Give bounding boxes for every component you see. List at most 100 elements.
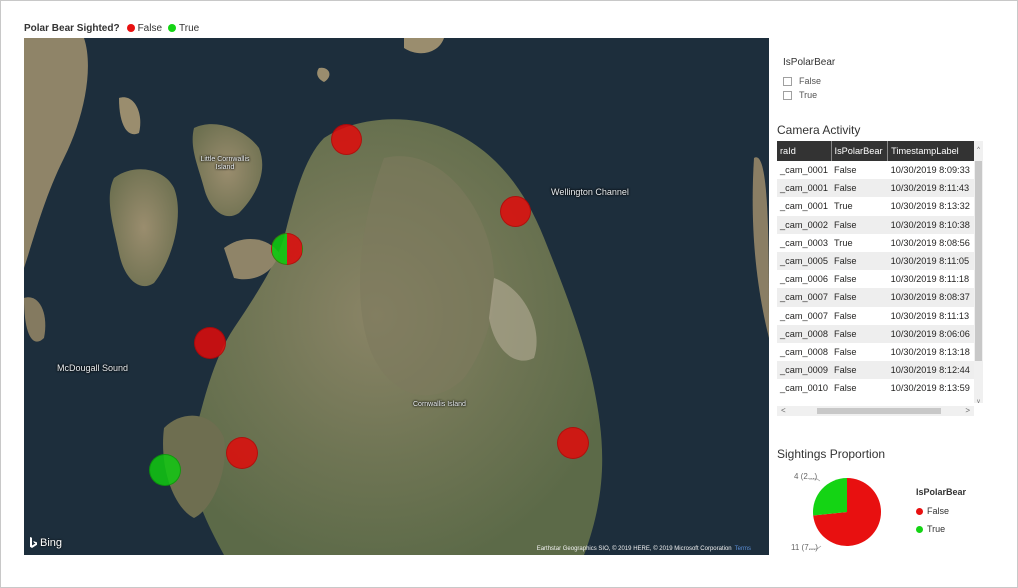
cell-camera-id: _cam_0007: [777, 288, 832, 307]
cell-camera-id: _cam_0008: [777, 324, 832, 343]
vertical-scrollbar[interactable]: ^ v: [974, 141, 983, 405]
table-row[interactable]: _cam_0006 False 10/30/2019 8:11:18: [777, 270, 983, 288]
table-row[interactable]: _cam_0001 False 10/30/2019 8:11:43: [777, 179, 983, 198]
satellite-map[interactable]: Wellington Channel McDougall Sound Cornw…: [24, 38, 769, 555]
true-legend-dot: [168, 24, 177, 32]
cell-ispolarbear: False: [831, 361, 888, 380]
cell-camera-id: _cam_0007: [780, 310, 829, 321]
column-header-cameraid[interactable]: raId: [777, 141, 832, 161]
table-header-row: raId IsPolarBear TimestampLabel: [777, 141, 983, 161]
cell-camera-id: _cam_0001: [777, 179, 832, 198]
cell-camera-id: _cam_0001: [780, 165, 829, 176]
table-row[interactable]: _cam_0007 False 10/30/2019 8:11:13: [777, 307, 983, 325]
cell-timestamp: 10/30/2019 8:09:33: [890, 165, 970, 176]
pie-legend-title: IsPolarBear: [916, 487, 967, 497]
map-attribution: Earthstar Geographics SIO, © 2019 HERE, …: [537, 546, 751, 552]
bing-label: Bing: [40, 537, 63, 549]
scroll-right-icon[interactable]: >: [965, 406, 970, 415]
scroll-down-icon[interactable]: v: [974, 399, 983, 405]
true-legend-dot: [916, 525, 923, 533]
label-little-cornwallis-island: Little Cornwallis Island: [200, 156, 250, 171]
cell-timestamp: 10/30/2019 8:11:43: [887, 179, 983, 198]
cell-ispolarbear: False: [831, 324, 888, 343]
slicer-option-false[interactable]: False: [783, 74, 943, 88]
label-mcdougall-sound: McDougall Sound: [57, 363, 129, 373]
cell-camera-id: _cam_0005: [777, 251, 832, 271]
column-header-ispolarbear[interactable]: IsPolarBear: [831, 141, 889, 161]
sighting-marker[interactable]: [271, 233, 303, 265]
map-legend: Polar Bear Sighted? False True: [24, 21, 203, 35]
sighting-marker[interactable]: [226, 437, 258, 469]
cell-timestamp: 10/30/2019 8:13:18: [890, 346, 970, 357]
bing-logo: Bing: [29, 537, 62, 549]
horizontal-scrollbar[interactable]: < >: [777, 406, 974, 416]
scroll-up-icon[interactable]: ^: [974, 147, 983, 153]
slicer-option-true[interactable]: True: [783, 88, 943, 102]
pie-data-label-false: 11 (7...): [791, 543, 818, 552]
report-canvas: Polar Bear Sighted? False True Wellingto…: [0, 0, 1018, 588]
slicer-option-label: True: [799, 90, 818, 100]
cell-timestamp: 10/30/2019 8:13:59: [890, 383, 970, 394]
map-terrain: [24, 38, 769, 555]
map-legend-title: Polar Bear Sighted?: [24, 22, 120, 34]
sighting-marker[interactable]: [194, 327, 226, 359]
map-legend-false[interactable]: False: [138, 23, 162, 34]
table-row[interactable]: _cam_0002 False 10/30/2019 8:10:38: [777, 215, 983, 234]
cell-timestamp: 10/30/2019 8:12:44: [887, 361, 983, 380]
cell-timestamp: 10/30/2019 8:08:37: [887, 288, 983, 307]
column-header-timestamplabel[interactable]: TimestampLabel: [887, 141, 983, 161]
cell-timestamp: 10/30/2019 8:11:18: [890, 274, 970, 285]
cell-ispolarbear: False: [834, 310, 857, 321]
cell-ispolarbear: False: [831, 179, 888, 198]
map-legend-true[interactable]: True: [179, 23, 199, 34]
cell-camera-id: _cam_0010: [780, 383, 829, 394]
terms-link[interactable]: Terms: [735, 546, 751, 552]
vertical-scroll-thumb[interactable]: [975, 161, 982, 361]
slicer-option-label: False: [799, 76, 822, 86]
cell-ispolarbear: False: [831, 251, 888, 271]
pie-legend-label: True: [927, 524, 946, 534]
cell-timestamp: 10/30/2019 8:11:05: [887, 251, 983, 271]
table-row[interactable]: _cam_0008 False 10/30/2019 8:06:06: [777, 324, 983, 343]
camera-activity-table[interactable]: raId IsPolarBear TimestampLabel _cam_000…: [777, 141, 983, 416]
sighting-marker[interactable]: [500, 196, 531, 227]
table-row[interactable]: _cam_0010 False 10/30/2019 8:13:59: [777, 379, 983, 397]
checkbox[interactable]: [783, 76, 792, 86]
table-row[interactable]: _cam_0008 False 10/30/2019 8:13:18: [777, 343, 983, 361]
pie-legend-item-true[interactable]: True: [916, 520, 966, 538]
slicer-title: IsPolarBear: [783, 57, 836, 68]
false-legend-dot: [126, 24, 135, 32]
table-row[interactable]: _cam_0005 False 10/30/2019 8:11:05: [777, 251, 983, 271]
scroll-left-icon[interactable]: <: [781, 406, 786, 415]
table-row[interactable]: _cam_0009 False 10/30/2019 8:12:44: [777, 361, 983, 380]
table-row[interactable]: _cam_0003 True 10/30/2019 8:08:56: [777, 234, 983, 252]
sighting-marker[interactable]: [149, 454, 181, 486]
cell-ispolarbear: True: [834, 201, 853, 212]
sighting-marker[interactable]: [557, 427, 589, 459]
pie-legend-item-false[interactable]: False: [916, 502, 966, 520]
cell-camera-id: _cam_0001: [780, 201, 829, 212]
table-row[interactable]: _cam_0001 False 10/30/2019 8:09:33: [777, 161, 983, 179]
horizontal-scroll-thumb[interactable]: [817, 408, 941, 414]
cell-ispolarbear: True: [834, 237, 853, 248]
cell-timestamp: 10/30/2019 8:06:06: [887, 324, 983, 343]
pie-slice-true[interactable]: [813, 478, 847, 516]
table-row[interactable]: _cam_0001 True 10/30/2019 8:13:32: [777, 197, 983, 215]
false-legend-dot: [916, 507, 923, 515]
cell-timestamp: 10/30/2019 8:11:13: [890, 310, 970, 321]
attribution-text: Earthstar Geographics SIO, © 2019 HERE, …: [536, 546, 732, 552]
bing-icon: [30, 537, 37, 548]
checkbox[interactable]: [783, 90, 792, 100]
cell-ispolarbear: False: [834, 274, 857, 285]
cell-ispolarbear: False: [834, 165, 857, 176]
cell-ispolarbear: False: [834, 346, 857, 357]
cell-camera-id: _cam_0003: [780, 237, 829, 248]
cell-camera-id: _cam_0009: [777, 361, 832, 380]
camera-activity-title: Camera Activity: [777, 123, 861, 137]
sighting-marker[interactable]: [331, 124, 362, 155]
cell-ispolarbear: False: [834, 383, 857, 394]
ispolarbear-slicer: IsPolarBear False True: [783, 57, 943, 102]
table-row[interactable]: _cam_0007 False 10/30/2019 8:08:37: [777, 288, 983, 307]
label-wellington-channel: Wellington Channel: [551, 187, 629, 197]
pie-legend-label: False: [927, 506, 950, 516]
